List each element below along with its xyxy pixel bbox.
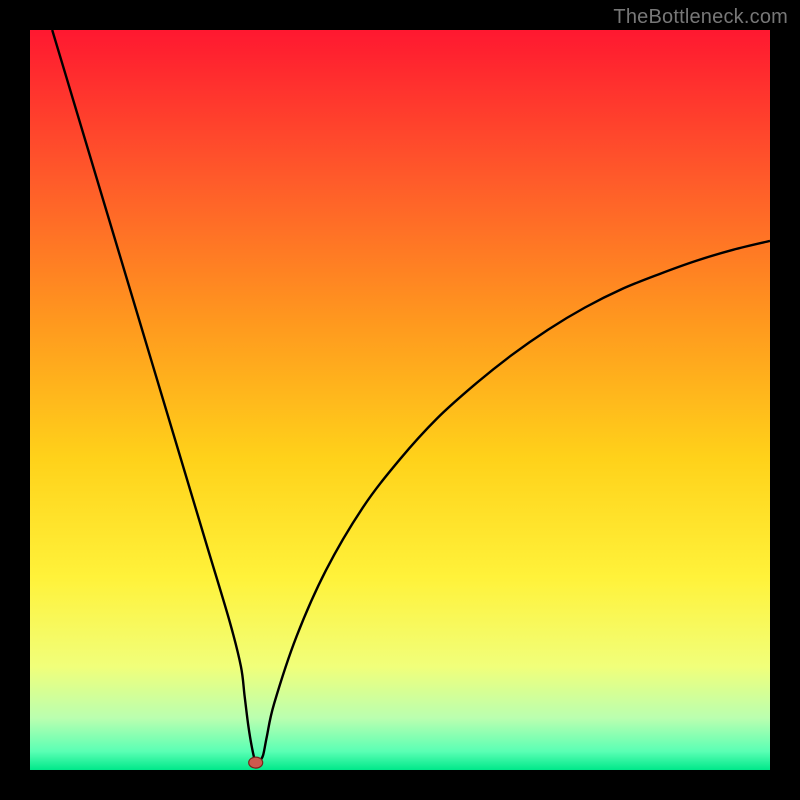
plot-area <box>30 30 770 770</box>
chart-svg <box>30 30 770 770</box>
gradient-background <box>30 30 770 770</box>
chart-frame: TheBottleneck.com <box>0 0 800 800</box>
attribution-text: TheBottleneck.com <box>613 6 788 29</box>
optimal-point-marker <box>249 757 263 768</box>
